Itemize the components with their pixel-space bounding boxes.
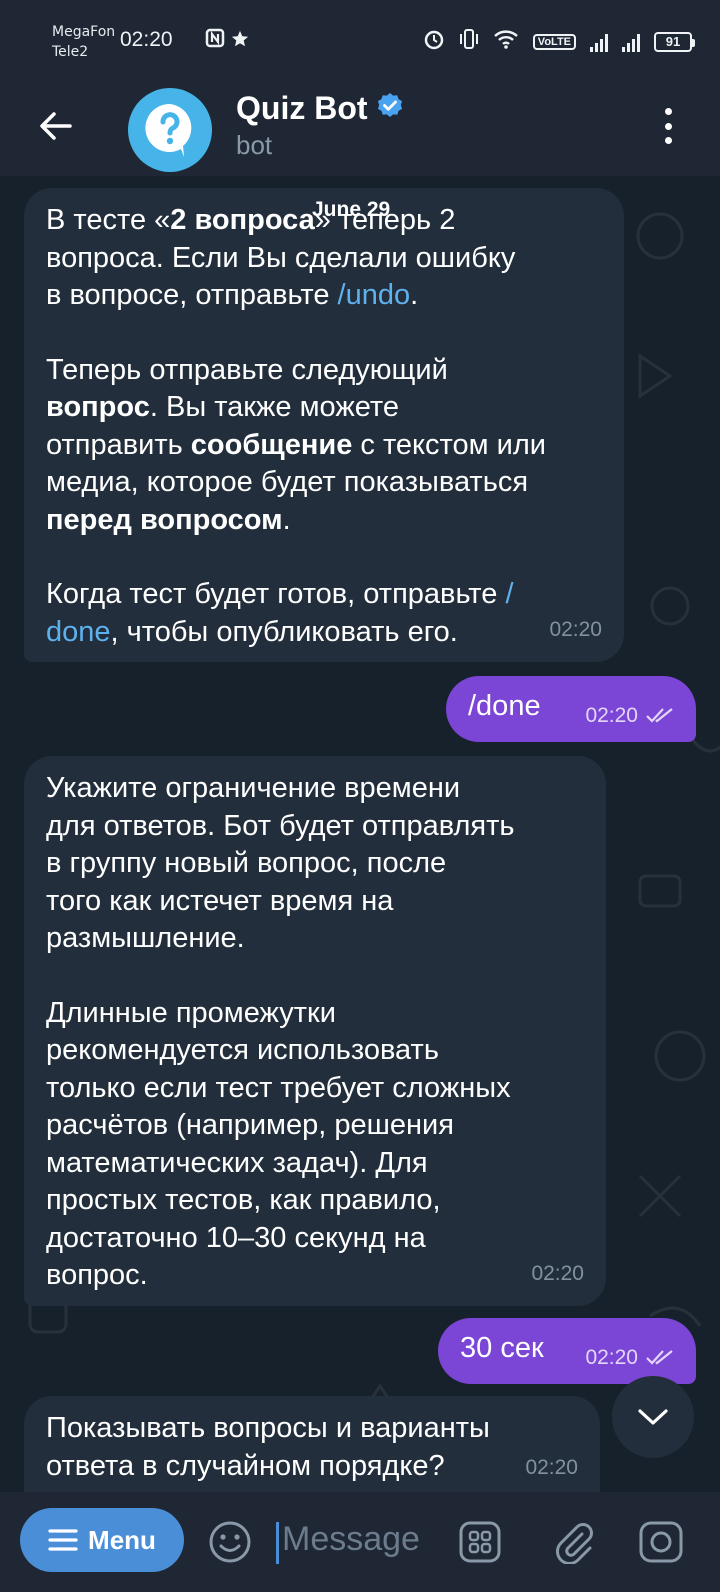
bold-text: перед вопросом [46,503,283,536]
incoming-message-1[interactable]: В тесте «2 вопроса» теперь 2 вопроса. Ес… [24,188,624,662]
bot-commands-button[interactable] [458,1520,502,1568]
paperclip-icon [556,1523,593,1565]
star-icon [231,29,249,53]
input-bar: Menu [0,1492,720,1592]
message-time: 02:20 [549,617,602,641]
chat-subtitle: bot [236,130,273,160]
chat-title[interactable]: Quiz Bot [236,90,368,127]
bold-text: сообщение [190,428,353,461]
double-check-icon [646,708,673,723]
verified-badge-icon [376,92,404,124]
back-arrow-icon [40,112,72,140]
emoji-icon [209,1521,251,1563]
emoji-button[interactable] [208,1520,252,1568]
text-span: Когда тест будет готов, отправьте [46,578,506,610]
wifi-icon [493,29,519,54]
question-mark-icon [145,103,192,157]
incoming-message-2[interactable]: Укажите ограничение времени для ответов.… [24,756,606,1306]
attach-button[interactable] [552,1520,596,1568]
text-span: , чтобы опубликовать его. [110,615,458,648]
bot-avatar[interactable] [128,88,212,172]
chat-messages[interactable]: В тесте «2 вопроса» теперь 2 вопроса. Ес… [0,176,720,1492]
signal-icon-1 [590,32,608,52]
status-right-icons: VoLTE 91 [423,28,695,55]
battery-icon: 91 [654,31,695,52]
menu-button[interactable]: Menu [20,1508,184,1572]
hamburger-icon [48,1529,78,1551]
camera-button[interactable] [638,1520,684,1568]
bold-text: вопрос [46,391,150,423]
nfc-icon [205,28,231,53]
carrier-2: Tele2 [52,44,89,60]
volte-icon: VoLTE [532,33,576,50]
more-vertical-icon [664,108,672,115]
signal-icon-2 [622,32,640,52]
message-time: 02:20 [525,1455,578,1479]
chat-header: Quiz Bot bot [0,86,720,176]
carrier-labels: MegaFon Tele2 [52,22,115,62]
back-button[interactable] [34,104,78,148]
commands-grid-icon [459,1521,501,1563]
text-span: Теперь отправьте следующий [46,353,448,386]
status-left-icons [205,28,249,53]
outgoing-message-1[interactable]: /done 02:20 [446,676,696,742]
message-time-status: 02:20 [585,697,674,735]
scroll-down-button[interactable] [612,1376,694,1458]
message-1-paragraph-3: Когда тест будет готов, отправьте / done… [46,576,602,651]
camera-icon [639,1521,683,1563]
status-bar: MegaFon Tele2 02:20 VoLTE 91 [0,0,720,86]
status-time: 02:20 [120,28,173,51]
message-text: Показывать вопросы и варианты ответа в с… [46,1412,490,1482]
carrier-1: MegaFon [52,24,116,40]
message-input[interactable] [282,1514,442,1564]
chevron-down-icon [638,1409,668,1425]
menu-label: Menu [88,1524,156,1555]
double-check-icon [646,1350,673,1365]
text-span: . [282,503,291,536]
alarm-icon [423,28,445,55]
message-time: 02:20 [585,703,638,727]
text-caret [276,1522,279,1564]
text-span: В тесте « [46,204,171,236]
message-3-paragraph-1: Укажите ограничение времени для ответов.… [46,772,515,954]
text-span: . [410,279,419,311]
incoming-message-3[interactable]: Показывать вопросы и варианты ответа в с… [24,1396,600,1492]
date-chip: June 29 [312,198,391,221]
message-time: 02:20 [585,1345,638,1369]
vibrate-icon [459,28,479,55]
message-1-paragraph-2: Теперь отправьте следующий вопрос. Вы та… [46,352,602,540]
outgoing-message-2[interactable]: 30 сек 02:20 [438,1318,696,1384]
message-time: 02:20 [531,1261,584,1285]
undo-command-link[interactable]: /undo [338,279,411,311]
bold-text: 2 вопроса [170,204,315,236]
message-time-status: 02:20 [585,1339,674,1377]
more-options-button[interactable] [656,104,680,148]
message-3-paragraph-2: Длинные промежутки рекомендуется использ… [46,996,511,1292]
